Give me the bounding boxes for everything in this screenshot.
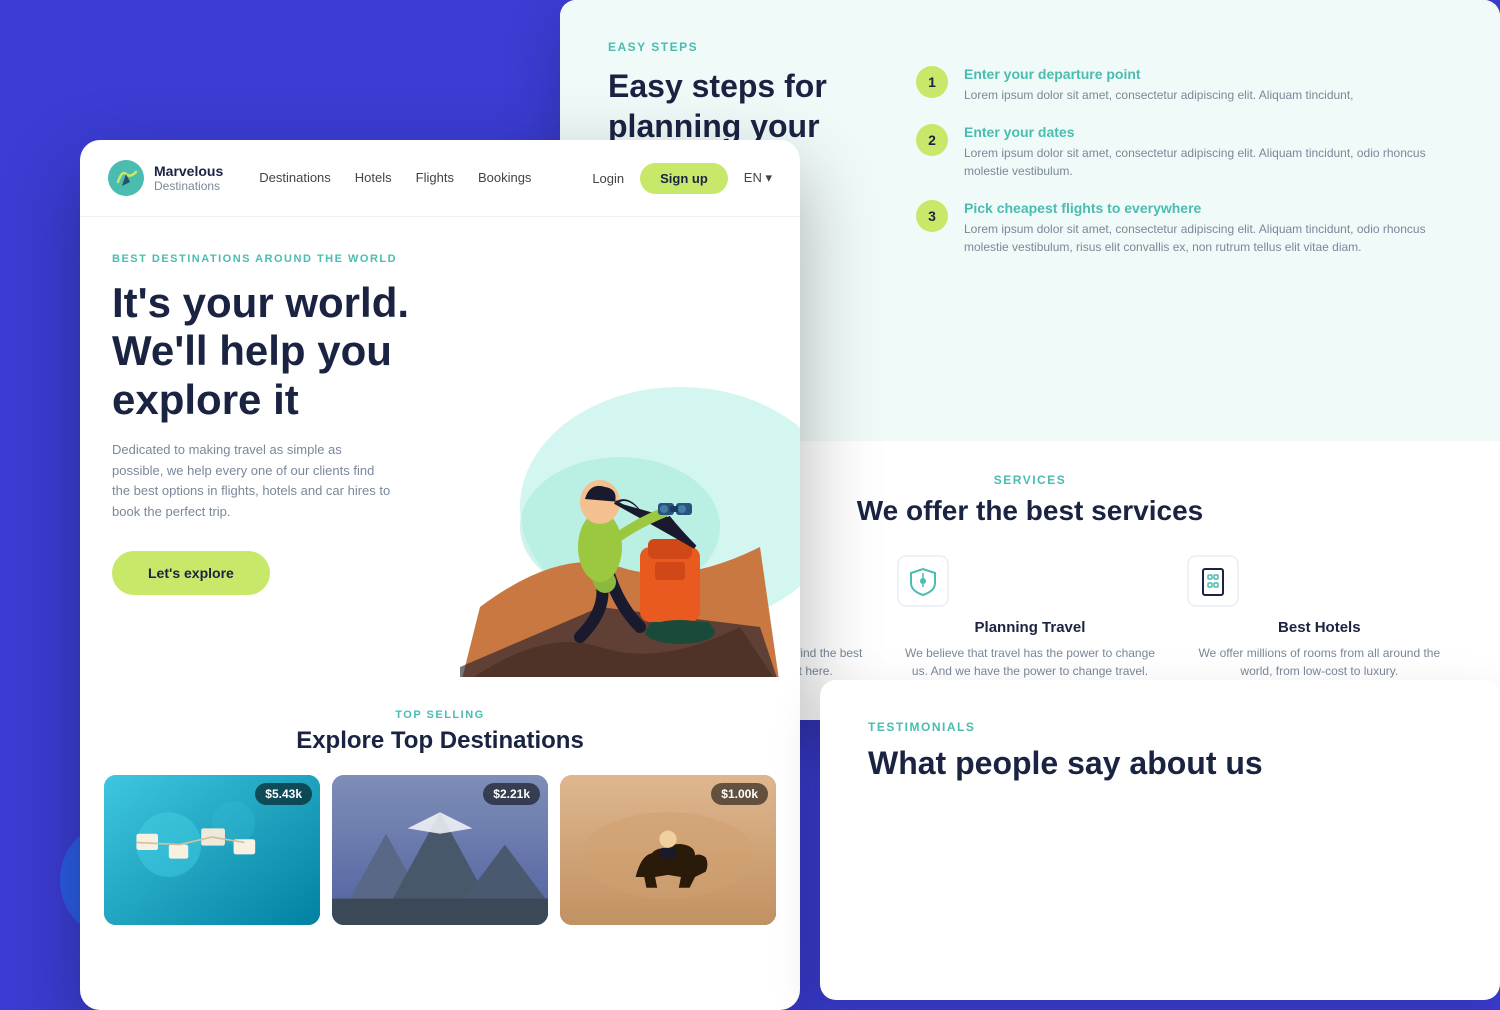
step-desc-1: Lorem ipsum dolor sit amet, consectetur …	[964, 86, 1354, 104]
service-desc-planning: We believe that travel has the power to …	[897, 644, 1162, 680]
top-selling-label: TOP SELLING	[104, 709, 776, 721]
destination-card-1[interactable]: $5.43k	[104, 775, 320, 925]
nav-item-destinations[interactable]: Destinations	[259, 169, 331, 187]
nav-links: Destinations Hotels Flights Bookings	[259, 169, 531, 187]
step-desc-2: Lorem ipsum dolor sit amet, consectetur …	[964, 144, 1452, 180]
testimonials-panel: TESTIMONIALS What people say about us	[820, 680, 1500, 1000]
destination-cards: $5.43k	[104, 775, 776, 925]
destinations-strip: TOP SELLING Explore Top Destinations	[80, 677, 800, 949]
service-card-hotels: Best Hotels We offer millions of rooms f…	[1187, 555, 1452, 680]
testimonials-label: TESTIMONIALS	[868, 720, 1452, 734]
dest-price-3: $1.00k	[711, 783, 768, 805]
hero-section: BEST DESTINATIONS AROUND THE WORLD It's …	[80, 217, 800, 677]
logo: Marvelous Destinations	[108, 160, 223, 196]
step-item-2: 2 Enter your dates Lorem ipsum dolor sit…	[916, 124, 1452, 180]
destination-card-3[interactable]: $1.00k	[560, 775, 776, 925]
step-title-1: Enter your departure point	[964, 66, 1354, 82]
logo-icon	[108, 160, 144, 196]
top-selling-title: Explore Top Destinations	[104, 727, 776, 755]
service-desc-hotels: We offer millions of rooms from all arou…	[1187, 644, 1452, 680]
signup-button[interactable]: Sign up	[640, 163, 728, 194]
step-num-2: 2	[916, 124, 948, 156]
main-panel: Marvelous Destinations Destinations Hote…	[80, 140, 800, 1010]
hotels-icon	[1187, 555, 1452, 607]
hero-svg	[420, 217, 800, 677]
steps-list: 1 Enter your departure point Lorem ipsum…	[916, 66, 1452, 256]
hero-illustration	[420, 217, 800, 677]
service-name-planning: Planning Travel	[897, 619, 1162, 636]
dest-price-1: $5.43k	[255, 783, 312, 805]
step-desc-3: Lorem ipsum dolor sit amet, consectetur …	[964, 220, 1452, 256]
hero-description: Dedicated to making travel as simple as …	[112, 440, 392, 523]
nav-right: Login Sign up EN ▾	[592, 163, 772, 194]
step-item-1: 1 Enter your departure point Lorem ipsum…	[916, 66, 1452, 104]
step-content-3: Pick cheapest flights to everywhere Lore…	[964, 200, 1452, 256]
language-selector[interactable]: EN ▾	[744, 170, 772, 186]
navbar: Marvelous Destinations Destinations Hote…	[80, 140, 800, 217]
destination-card-2[interactable]: $2.21k	[332, 775, 548, 925]
service-card-planning: Planning Travel We believe that travel h…	[897, 555, 1162, 680]
login-link[interactable]: Login	[592, 171, 624, 186]
nav-item-hotels[interactable]: Hotels	[355, 169, 392, 187]
testimonials-title: What people say about us	[868, 744, 1452, 782]
step-content-2: Enter your dates Lorem ipsum dolor sit a…	[964, 124, 1452, 180]
logo-main: Marvelous	[154, 163, 223, 180]
logo-text: Marvelous Destinations	[154, 163, 223, 194]
step-num-3: 3	[916, 200, 948, 232]
step-item-3: 3 Pick cheapest flights to everywhere Lo…	[916, 200, 1452, 256]
step-title-2: Enter your dates	[964, 124, 1452, 140]
logo-sub: Destinations	[154, 179, 223, 193]
dest-price-2: $2.21k	[483, 783, 540, 805]
strip-header: TOP SELLING Explore Top Destinations	[104, 709, 776, 755]
step-content-1: Enter your departure point Lorem ipsum d…	[964, 66, 1354, 104]
explore-button[interactable]: Let's explore	[112, 551, 270, 595]
step-num-1: 1	[916, 66, 948, 98]
planning-icon	[897, 555, 1162, 607]
hero-title: It's your world. We'll help you explore …	[112, 279, 472, 424]
step-title-3: Pick cheapest flights to everywhere	[964, 200, 1452, 216]
nav-item-bookings[interactable]: Bookings	[478, 169, 531, 187]
service-name-hotels: Best Hotels	[1187, 619, 1452, 636]
easy-steps-label: EASY STEPS	[608, 40, 1452, 54]
nav-item-flights[interactable]: Flights	[416, 169, 454, 187]
